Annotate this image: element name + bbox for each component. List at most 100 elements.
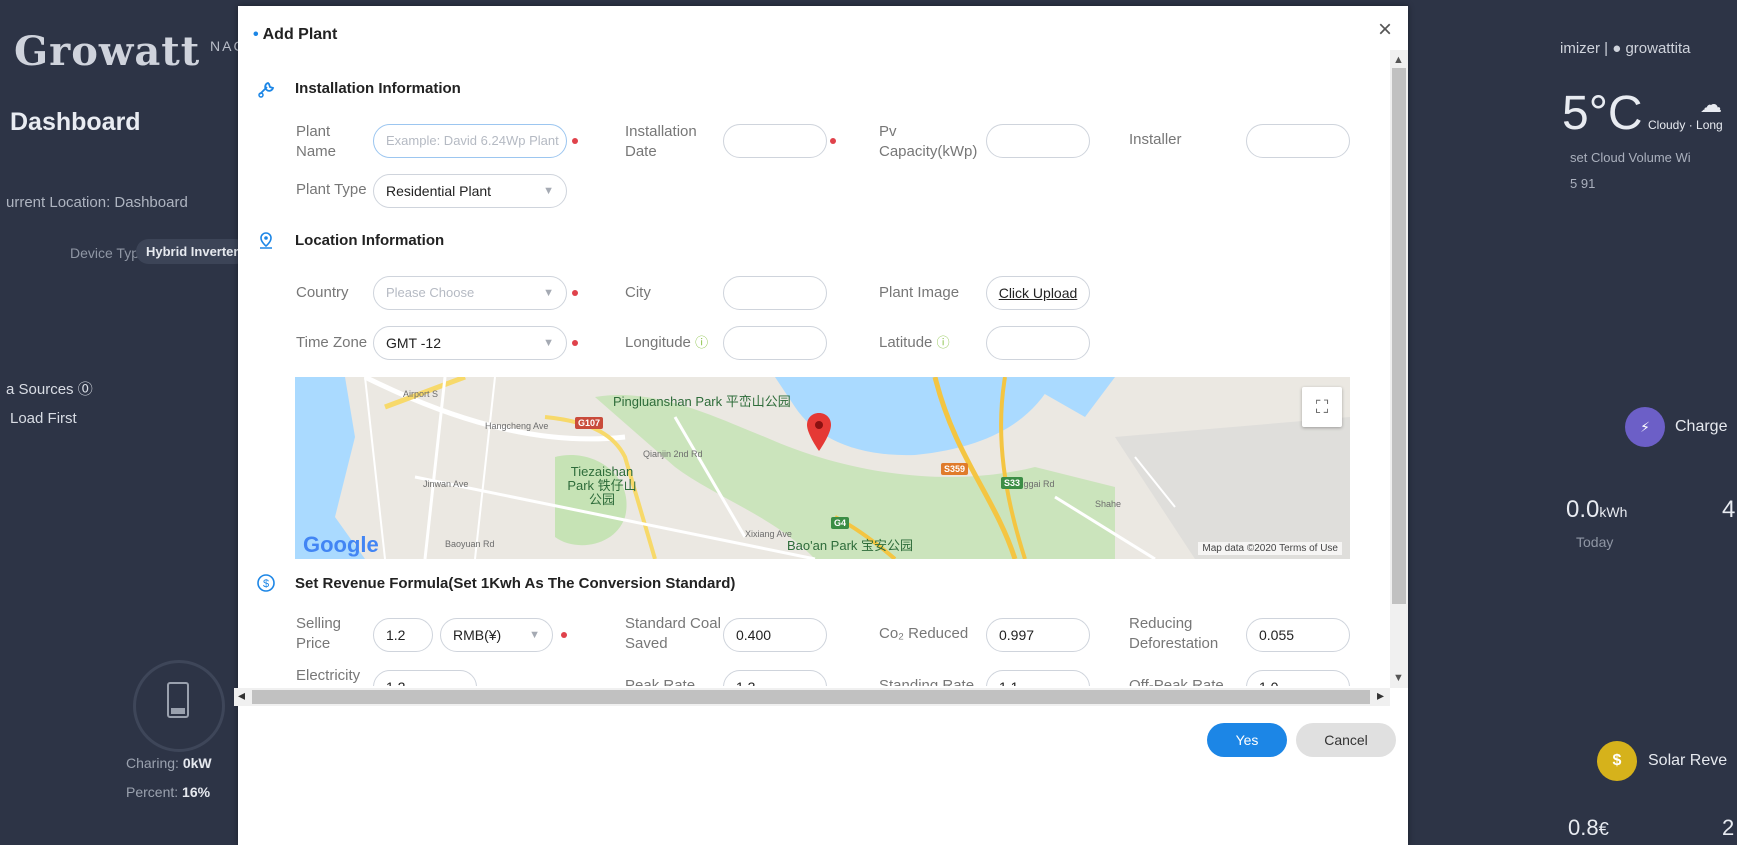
installation-date-label: Installation Date bbox=[625, 123, 697, 160]
charge-energy-unit: kWh bbox=[1599, 504, 1628, 520]
longitude-input[interactable] bbox=[723, 326, 827, 360]
section-revenue-title: Set Revenue Formula(Set 1Kwh As The Conv… bbox=[295, 575, 736, 592]
close-icon[interactable]: × bbox=[1378, 16, 1392, 44]
chevron-down-icon: ▼ bbox=[543, 287, 554, 299]
map-label-baoan: Bao'an Park 宝安公园 bbox=[787, 538, 914, 553]
charge-label: Charge bbox=[1675, 418, 1728, 435]
pv-capacity-input[interactable] bbox=[986, 124, 1090, 158]
scroll-left-icon[interactable]: ◂ bbox=[238, 687, 245, 704]
info-icon[interactable]: ⓘ bbox=[937, 335, 950, 350]
peak-rate-input[interactable]: 1.3 bbox=[723, 670, 827, 686]
horizontal-scroll-thumb[interactable] bbox=[252, 690, 1370, 704]
latitude-input[interactable] bbox=[986, 326, 1090, 360]
click-upload-button[interactable]: Click Upload bbox=[986, 276, 1090, 310]
plant-name-input[interactable]: Example: David 6.24Wp Plant bbox=[373, 124, 567, 158]
off-peak-rate-input[interactable]: 1.0 bbox=[1246, 670, 1350, 686]
chevron-down-icon: ▼ bbox=[543, 185, 554, 197]
fullscreen-icon[interactable]: ⛶ bbox=[1302, 387, 1342, 427]
road-badge-s359: S359 bbox=[941, 463, 969, 475]
time-zone-select[interactable]: GMT -12 ▼ bbox=[373, 326, 567, 360]
dialog-title: • Add Plant bbox=[253, 26, 337, 44]
time-zone-value: GMT -12 bbox=[386, 335, 441, 351]
electricity-input[interactable]: 1.2 bbox=[373, 670, 477, 686]
temperature: 5°C bbox=[1562, 87, 1643, 140]
time-zone-label: Time Zone bbox=[296, 334, 368, 351]
country-placeholder: Please Choose bbox=[386, 285, 475, 300]
standard-coal-input[interactable]: 0.400 bbox=[723, 618, 827, 652]
charge-icon: ⚡ bbox=[1625, 407, 1665, 447]
section-location-title: Location Information bbox=[295, 232, 445, 249]
map-label-pingluanshan: Pingluanshan Park 平峦山公园 bbox=[613, 394, 791, 409]
percent-value: 16% bbox=[182, 784, 211, 800]
cloud-icon: ☁ bbox=[1700, 92, 1722, 117]
selling-price-input[interactable]: 1.2 bbox=[373, 618, 433, 652]
standard-coal-label: Standard Coal Saved bbox=[625, 615, 721, 652]
partial-value-4: 4 bbox=[1722, 496, 1736, 523]
map-label-tiezaishan: Tiezaishan Park 铁仔山公园 bbox=[567, 464, 637, 507]
standing-rate-input[interactable]: 1.1 bbox=[986, 670, 1090, 686]
reducing-deforestation-label: Reducing Deforestation bbox=[1129, 615, 1219, 652]
charge-energy-value: 0.0 bbox=[1566, 496, 1600, 523]
required-marker bbox=[830, 138, 836, 144]
device-type-select[interactable]: Hybrid Inverter bbox=[136, 239, 249, 264]
scroll-up-icon[interactable]: ▲ bbox=[1393, 54, 1404, 66]
solar-revenue-label: Solar Reve bbox=[1648, 752, 1728, 769]
title-dot-icon: • bbox=[253, 26, 259, 43]
charge-energy: 0.0kWh bbox=[1566, 496, 1627, 524]
currency-value: RMB(¥) bbox=[453, 627, 502, 643]
revenue-value: 0.8€ bbox=[1568, 815, 1609, 841]
installer-input[interactable] bbox=[1246, 124, 1350, 158]
latitude-label-text: Latitude bbox=[879, 334, 933, 351]
map-label-jinwan: Jinwan Ave bbox=[423, 479, 469, 489]
plant-image-label: Plant Image bbox=[879, 284, 960, 301]
chevron-down-icon: ▼ bbox=[529, 629, 540, 641]
location-pin-icon bbox=[256, 231, 276, 251]
city-input[interactable] bbox=[723, 276, 827, 310]
weather-desc: Cloudy · Long bbox=[1648, 118, 1723, 132]
today-label: Today bbox=[1576, 534, 1614, 550]
map-label-hangcheng: Hangcheng Ave bbox=[485, 421, 549, 431]
scroll-right-icon[interactable]: ▸ bbox=[1377, 687, 1384, 704]
installer-label: Installer bbox=[1129, 131, 1182, 148]
map-label-baoyuan: Baoyuan Rd bbox=[445, 539, 495, 549]
plant-type-value: Residential Plant bbox=[386, 183, 492, 199]
weather-headers: set Cloud Volume Wi bbox=[1570, 150, 1691, 165]
reducing-deforestation-input[interactable]: 0.055 bbox=[1246, 618, 1350, 652]
scroll-down-icon[interactable]: ▼ bbox=[1393, 672, 1404, 684]
data-sources-label: a Sources ⓪ bbox=[6, 381, 93, 398]
selling-price-label: Selling Price bbox=[296, 615, 342, 652]
co2-reduced-input[interactable]: 0.997 bbox=[986, 618, 1090, 652]
revenue-unit: € bbox=[1598, 818, 1609, 839]
info-icon[interactable]: ⓘ bbox=[695, 335, 708, 350]
country-select[interactable]: Please Choose ▼ bbox=[373, 276, 567, 310]
section-installation-title: Installation Information bbox=[295, 80, 461, 97]
revenue-amount: 0.8 bbox=[1568, 815, 1599, 840]
map-label-xixiang: Xixiang Ave bbox=[745, 529, 792, 539]
cancel-button[interactable]: Cancel bbox=[1296, 723, 1396, 757]
plant-name-label: Plant Name bbox=[296, 123, 337, 160]
partial-value-2: 2 bbox=[1722, 815, 1735, 840]
dollar-circle-icon: $ bbox=[256, 573, 276, 593]
off-peak-rate-label: Off-Peak Rate bbox=[1129, 677, 1224, 686]
co2-reduced-label: Co₂ Reduced bbox=[879, 625, 969, 642]
location-map[interactable]: Pingluanshan Park 平峦山公园 Tiezaishan Park … bbox=[295, 377, 1350, 559]
road-badge-s33: S33 bbox=[1001, 477, 1024, 489]
clipped-rate-row: Electricity 1.2 Peak Rate 1.3 Standing R… bbox=[262, 664, 1538, 686]
percent-readout: Percent: 16% bbox=[126, 784, 210, 800]
user-menu[interactable]: imizer | ● growattita bbox=[1560, 40, 1691, 57]
plant-type-select[interactable]: Residential Plant ▼ bbox=[373, 174, 567, 208]
pv-capacity-label: Pv Capacity(kWp) bbox=[879, 123, 978, 160]
installation-date-input[interactable] bbox=[723, 124, 827, 158]
chevron-down-icon: ▼ bbox=[543, 337, 554, 349]
country-label: Country bbox=[296, 284, 349, 301]
map-attribution[interactable]: Map data ©2020 Terms of Use bbox=[1198, 542, 1342, 555]
svg-text:$: $ bbox=[263, 578, 269, 590]
map-label-airport: Airport S bbox=[403, 389, 439, 399]
solar-revenue-icon: $ bbox=[1597, 741, 1637, 781]
yes-button[interactable]: Yes bbox=[1207, 723, 1287, 757]
currency-select[interactable]: RMB(¥) ▼ bbox=[440, 618, 553, 652]
vertical-scroll-thumb[interactable] bbox=[1392, 68, 1406, 604]
peak-rate-label: Peak Rate bbox=[625, 677, 696, 686]
breadcrumb: urrent Location: Dashboard bbox=[6, 194, 188, 211]
standing-rate-label: Standing Rate bbox=[879, 677, 975, 686]
